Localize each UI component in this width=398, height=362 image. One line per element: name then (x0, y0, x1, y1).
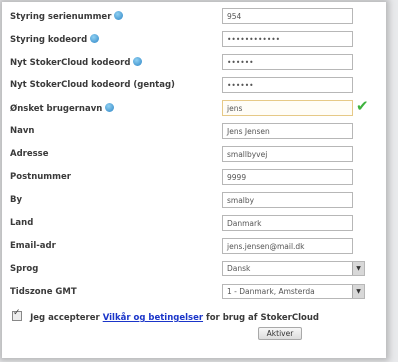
name-input[interactable]: Jens Jensen (222, 123, 353, 139)
row-country: Land Danmark (10, 215, 380, 237)
info-icon[interactable] (105, 103, 115, 112)
row-new-password: Nyt StokerCloud kodeord •••••• (10, 54, 380, 76)
row-email: Email-adr jens.jensen@mail.dk (10, 238, 380, 260)
activate-button[interactable]: Aktiver (258, 327, 302, 340)
postal-code-label: Postnummer (10, 172, 71, 182)
row-controller-password: Styring kodeord •••••••••••• (10, 31, 380, 53)
email-label: Email-adr (10, 241, 56, 251)
row-repeat-password: Nyt StokerCloud kodeord (gentag) •••••• (10, 77, 380, 99)
repeat-password-label: Nyt StokerCloud kodeord (gentag) (10, 80, 175, 90)
city-label: By (10, 195, 23, 205)
dropdown-arrow-icon[interactable]: ▼ (352, 285, 364, 298)
timezone-label: Tidszone GMT (10, 287, 77, 297)
info-icon[interactable] (133, 57, 143, 66)
row-address: Adresse smallbyvej (10, 146, 380, 168)
row-username: Ønsket brugernavn jens ✔ (10, 97, 380, 122)
address-input[interactable]: smallbyvej (222, 146, 353, 162)
name-label: Navn (10, 126, 35, 136)
serial-number-input[interactable]: 954 (222, 8, 353, 24)
serial-number-label: Styring serienummer (10, 11, 124, 22)
new-password-input[interactable]: •••••• (222, 54, 353, 70)
country-label: Land (10, 218, 34, 228)
accept-terms-text: Jeg accepterer Vilkår og betingelser for… (30, 313, 319, 323)
info-icon[interactable] (90, 34, 100, 43)
language-label: Sprog (10, 264, 39, 274)
country-input[interactable]: Danmark (222, 215, 353, 231)
row-postal-code: Postnummer 9999 (10, 169, 380, 191)
address-label: Adresse (10, 149, 49, 159)
signup-form-panel: Styring serienummer 954 Styring kodeord … (2, 2, 386, 358)
accept-terms-checkbox[interactable] (12, 308, 22, 321)
timezone-select[interactable]: 1 - Danmark, Amsterda ▼ (222, 284, 365, 299)
email-input[interactable]: jens.jensen@mail.dk (222, 238, 353, 254)
row-serial-number: Styring serienummer 954 (10, 8, 380, 30)
language-select-value: Dansk (227, 264, 251, 273)
city-input[interactable]: smalby (222, 192, 353, 208)
valid-check-icon: ✔ (356, 97, 369, 115)
timezone-select-value: 1 - Danmark, Amsterda (227, 287, 315, 296)
language-select[interactable]: Dansk ▼ (222, 261, 365, 276)
row-language: Sprog Dansk ▼ (10, 261, 380, 283)
repeat-password-input[interactable]: •••••• (222, 77, 353, 93)
new-password-label: Nyt StokerCloud kodeord (10, 57, 143, 68)
info-icon[interactable] (114, 11, 124, 20)
controller-password-input[interactable]: •••••••••••• (222, 31, 353, 47)
row-name: Navn Jens Jensen (10, 123, 380, 145)
postal-code-input[interactable]: 9999 (222, 169, 353, 185)
row-timezone: Tidszone GMT 1 - Danmark, Amsterda ▼ (10, 284, 380, 306)
row-city: By smalby (10, 192, 380, 214)
username-label: Ønsket brugernavn (10, 103, 115, 114)
dropdown-arrow-icon[interactable]: ▼ (352, 262, 364, 275)
username-input[interactable]: jens (222, 100, 353, 116)
terms-link[interactable]: Vilkår og betingelser (103, 313, 203, 323)
accept-terms-row: Jeg accepterer Vilkår og betingelser for… (12, 305, 319, 323)
controller-password-label: Styring kodeord (10, 34, 100, 45)
